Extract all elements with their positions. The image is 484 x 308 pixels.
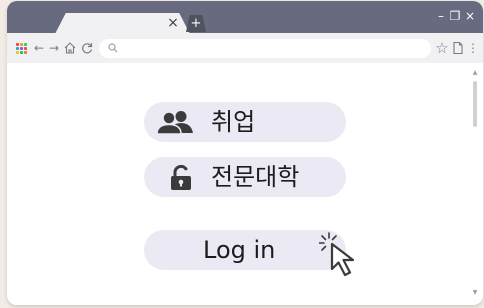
title-bar: × + – ❐ × <box>7 1 483 34</box>
back-arrow-icon[interactable]: ← <box>32 41 46 55</box>
home-icon[interactable] <box>63 41 77 55</box>
users-icon <box>157 111 193 134</box>
apps-grid-icon[interactable] <box>16 43 28 55</box>
login-label: Log in <box>203 236 276 264</box>
scroll-up-icon[interactable]: ▲ <box>471 69 479 77</box>
cursor-click-icon <box>319 232 355 277</box>
new-tab-button[interactable]: + <box>186 15 206 32</box>
search-icon <box>108 43 118 53</box>
page-icon[interactable] <box>451 41 465 55</box>
browser-window: × + – ❐ × ← → ☆ ⋮ ▲ ▼ 취업 전문대학 Log in <box>7 1 483 305</box>
minimize-icon[interactable]: – <box>435 9 447 23</box>
address-bar[interactable] <box>99 39 431 58</box>
tab-close-icon[interactable]: × <box>165 15 181 31</box>
forward-arrow-icon[interactable]: → <box>47 41 61 55</box>
college-button[interactable]: 전문대학 <box>144 157 346 197</box>
scroll-thumb[interactable] <box>473 81 477 127</box>
more-menu-icon[interactable]: ⋮ <box>466 41 480 55</box>
browser-toolbar: ← → ☆ ⋮ <box>7 33 483 63</box>
reload-icon[interactable] <box>80 41 94 55</box>
lock-icon <box>171 165 191 190</box>
vertical-scrollbar[interactable]: ▲ ▼ <box>471 69 479 297</box>
close-window-icon[interactable]: × <box>464 9 476 23</box>
employment-label: 취업 <box>211 108 256 136</box>
login-button[interactable]: Log in <box>144 230 346 270</box>
star-icon[interactable]: ☆ <box>435 41 449 56</box>
employment-button[interactable]: 취업 <box>144 102 346 142</box>
college-label: 전문대학 <box>211 163 300 191</box>
scroll-down-icon[interactable]: ▼ <box>471 289 479 297</box>
restore-icon[interactable]: ❐ <box>449 9 461 23</box>
